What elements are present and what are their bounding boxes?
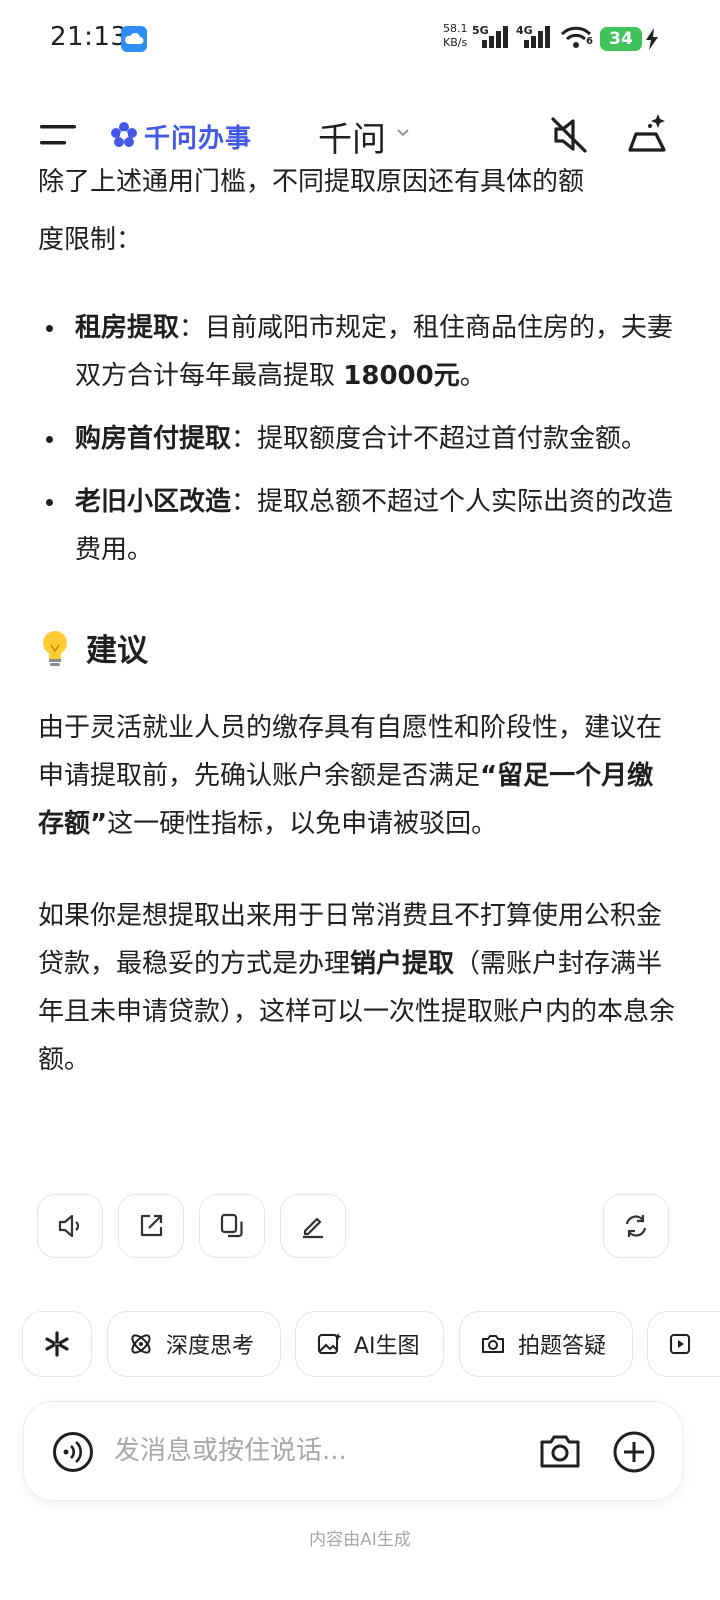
section-heading: 建议 — [38, 626, 678, 676]
app-header: 千问办事 千问 — [0, 100, 720, 170]
regenerate-button[interactable] — [603, 1194, 669, 1258]
net-speed-value: 58.1 — [443, 22, 468, 35]
chip-ai-image[interactable]: AI生图 — [295, 1311, 444, 1377]
ai-disclaimer: 内容由AI生成 — [309, 1530, 411, 1550]
chip-video[interactable] — [647, 1311, 720, 1377]
regenerate-icon — [625, 1215, 647, 1237]
copy-icon — [220, 1213, 243, 1238]
chip-photo-qa[interactable]: 拍题答疑 — [459, 1311, 633, 1377]
message-input-bar — [23, 1401, 683, 1501]
battery-badge: 34 — [600, 27, 642, 51]
list-item: 老旧小区改造：提取总额不超过个人实际出资的改造费用。 — [38, 478, 678, 574]
charging-icon — [646, 28, 658, 50]
chevron-down-icon[interactable] — [396, 128, 410, 138]
image-icon — [318, 1333, 342, 1354]
atom-icon — [131, 1334, 151, 1354]
speaker-icon — [58, 1214, 80, 1238]
suggestion-paragraph: 由于灵活就业人员的缴存具有自愿性和阶段性，建议在申请提取前，先确认账户余额是否满… — [38, 713, 663, 839]
brand-name[interactable]: 千问办事 — [144, 118, 252, 155]
list-item: 购房首付提取：提取额度合计不超过首付款金额。 — [38, 415, 678, 463]
list-item: 租房提取：目前咸阳市规定，租住商品住房的，夫妻双方合计每年最高提取 18000元… — [38, 304, 678, 400]
model-title[interactable]: 千问 — [318, 112, 386, 161]
bullet-dot — [46, 499, 53, 506]
status-time: 21:13 — [50, 22, 128, 52]
mute-icon[interactable] — [548, 114, 590, 156]
wifi-label: 6 — [586, 36, 593, 47]
video-icon — [670, 1334, 690, 1354]
menu-icon[interactable] — [38, 122, 78, 148]
camera-icon[interactable] — [538, 1430, 582, 1472]
share-icon — [140, 1214, 163, 1237]
plus-icon[interactable] — [612, 1430, 656, 1474]
brand-logo-icon — [111, 122, 137, 147]
status-bar: 21:13 58.1 KB/s 5G 4G 6 34 — [0, 0, 720, 80]
intro-text: 度限制： — [38, 225, 143, 255]
edit-icon — [303, 1217, 323, 1239]
bullet-list: 租房提取：目前咸阳市规定，租住商品住房的，夫妻双方合计每年最高提取 18000元… — [38, 304, 678, 574]
feature-chips: 深度思考 AI生图 拍题答疑 — [0, 1311, 720, 1377]
net-speed: 58.1 KB/s — [443, 22, 468, 50]
chip-quick[interactable] — [22, 1311, 92, 1377]
lightbulb-icon — [43, 631, 67, 666]
answer-content: 度限制： 租房提取：目前咸阳市规定，租住商品住房的，夫妻双方合计每年最高提取 1… — [38, 216, 678, 1084]
signal-bars-icon — [482, 26, 508, 48]
new-chat-icon[interactable] — [626, 112, 670, 156]
share-button[interactable] — [118, 1194, 184, 1258]
advice-paragraph: 如果你是想提取出来用于日常消费且不打算使用公积金贷款，最稳妥的方式是办理销户提取… — [38, 901, 676, 1075]
copy-button[interactable] — [199, 1194, 265, 1258]
partial-text-line: 除了上述通用门槛，不同提取原因还有具体的额 — [38, 168, 585, 197]
bullet-dot — [46, 325, 53, 332]
cloud-icon — [121, 26, 147, 52]
voice-input-icon[interactable] — [52, 1431, 94, 1473]
read-aloud-button[interactable] — [37, 1194, 103, 1258]
sparkle-icon — [45, 1331, 69, 1357]
chip-deep-think[interactable]: 深度思考 — [107, 1311, 281, 1377]
bullet-dot — [46, 436, 53, 443]
signal-bars-icon — [524, 26, 550, 48]
edit-button[interactable] — [280, 1194, 346, 1258]
camera-icon — [482, 1335, 504, 1353]
message-input[interactable] — [112, 1428, 512, 1474]
net-speed-unit: KB/s — [443, 36, 468, 49]
